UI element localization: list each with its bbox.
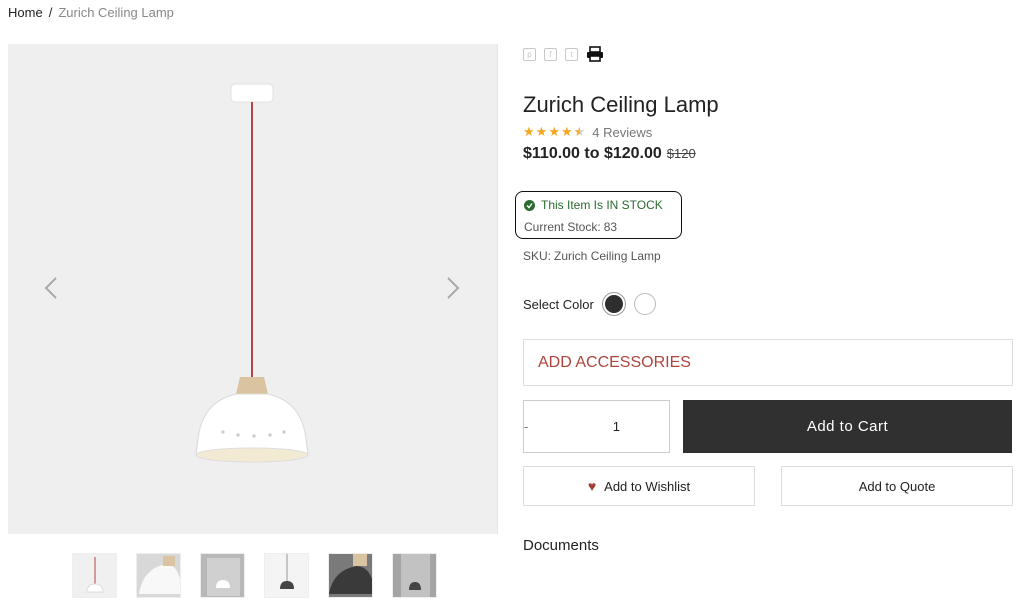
add-accessories-label: ADD ACCESSORIES	[538, 354, 691, 371]
product-image	[195, 83, 309, 463]
star-icon: ★	[535, 124, 548, 139]
add-to-cart-button[interactable]: Add to Cart	[683, 400, 1012, 453]
add-to-wishlist-label: Add to Wishlist	[604, 478, 691, 494]
pinterest-icon[interactable]: p	[523, 47, 536, 61]
stock-status: This Item Is IN STOCK	[524, 198, 663, 212]
thumbnail-3[interactable]	[200, 553, 245, 598]
star-icon: ★	[560, 124, 573, 139]
product-rating: ★ ★ ★ ★ ★ 4 Reviews	[523, 124, 652, 140]
star-icon: ★	[548, 124, 560, 139]
color-selector: Select Color	[523, 293, 656, 315]
current-stock-value: 83	[603, 220, 618, 234]
thumbnail-strip	[72, 553, 437, 598]
stock-status-text: This Item Is IN STOCK	[541, 198, 663, 212]
breadcrumb: Home / Zurich Ceiling Lamp	[8, 5, 174, 20]
next-image-arrow-icon[interactable]	[440, 274, 464, 302]
color-swatch-white[interactable]	[633, 293, 656, 315]
product-price: $110.00 to $120.00 $120	[523, 145, 696, 163]
product-title: Zurich Ceiling Lamp	[523, 92, 719, 117]
stock-status-box: This Item Is IN STOCK Current Stock: 83	[515, 191, 682, 239]
thumbnail-4[interactable]	[264, 553, 309, 598]
previous-image-arrow-icon[interactable]	[40, 274, 64, 302]
heart-icon: ♥	[587, 478, 597, 494]
quantity-input[interactable]	[528, 419, 705, 434]
thumbnail-5[interactable]	[328, 553, 373, 598]
breadcrumb-home-link[interactable]: Home	[8, 5, 43, 20]
facebook-icon[interactable]: f	[544, 47, 557, 61]
thumbnail-2[interactable]	[136, 553, 181, 598]
check-circle-icon	[524, 199, 535, 211]
share-bar: p f t	[523, 46, 604, 62]
half-star-icon: ★	[573, 124, 586, 139]
reviews-link[interactable]: 4 Reviews	[592, 125, 652, 140]
print-icon[interactable]	[586, 46, 604, 62]
star-icon: ★	[523, 124, 535, 139]
select-color-label: Select Color	[523, 296, 594, 312]
twitter-icon[interactable]: t	[565, 47, 578, 61]
sku-value: Zurich Ceiling Lamp	[554, 249, 661, 263]
add-to-quote-button[interactable]: Add to Quote	[781, 466, 1013, 506]
thumbnail-6[interactable]	[392, 553, 437, 598]
add-accessories-button[interactable]: ADD ACCESSORIES	[523, 339, 1013, 386]
breadcrumb-current: Zurich Ceiling Lamp	[58, 5, 174, 20]
thumbnail-1[interactable]	[72, 553, 117, 598]
sku-label: SKU:	[523, 249, 552, 263]
breadcrumb-separator: /	[48, 5, 53, 20]
color-swatch-black[interactable]	[602, 293, 625, 315]
price-old: $120	[666, 146, 696, 161]
current-stock: Current Stock: 83	[524, 220, 617, 234]
price-range: $110.00 to $120.00	[523, 145, 662, 162]
quantity-stepper: - +	[523, 400, 712, 453]
documents-heading: Documents	[523, 537, 599, 554]
product-image-gallery	[8, 44, 498, 534]
sku: SKU: Zurich Ceiling Lamp	[523, 249, 661, 263]
add-to-wishlist-button[interactable]: ♥ Add to Wishlist	[523, 466, 755, 506]
current-stock-label: Current Stock:	[524, 220, 601, 234]
